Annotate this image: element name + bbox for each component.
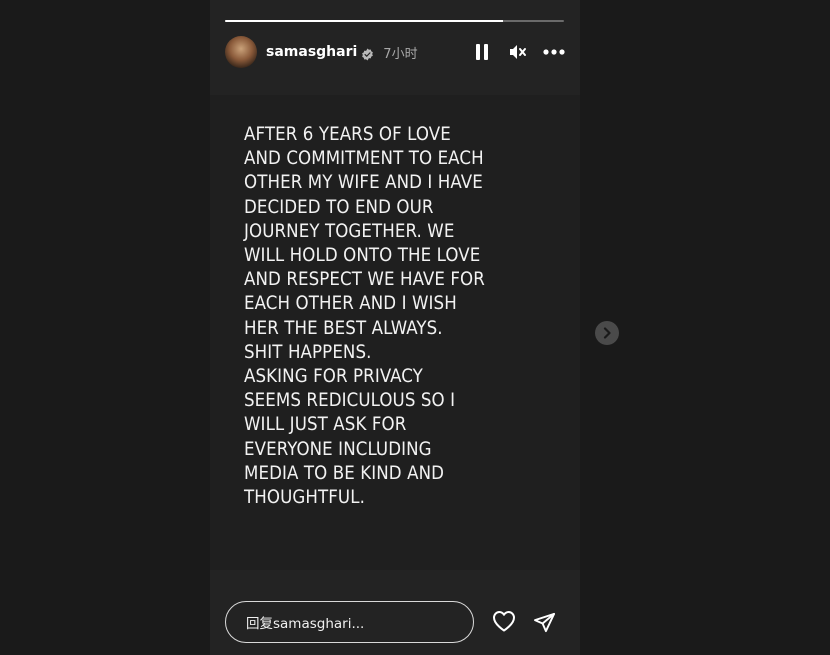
story-progress-bar	[225, 20, 564, 22]
pause-icon	[476, 44, 488, 60]
pause-button[interactable]	[471, 41, 493, 63]
story-content[interactable]: AFTER 6 YEARS OF LOVE AND COMMITMENT TO …	[210, 95, 580, 570]
more-options-button[interactable]	[543, 41, 565, 63]
heart-icon	[493, 611, 515, 632]
send-icon	[533, 612, 555, 632]
story-text: AFTER 6 YEARS OF LOVE AND COMMITMENT TO …	[244, 124, 485, 509]
username[interactable]: samasghari	[266, 44, 357, 60]
more-options-icon	[543, 49, 565, 55]
story-viewer: samasghari 7小时 AFTER 6 YEARS OF LOVE AND…	[210, 0, 580, 655]
share-button[interactable]	[530, 608, 558, 636]
avatar[interactable]	[225, 36, 257, 68]
story-header: samasghari 7小时	[225, 36, 565, 68]
like-button[interactable]	[490, 607, 518, 635]
story-controls	[471, 41, 565, 63]
mute-button[interactable]	[507, 41, 529, 63]
muted-speaker-icon	[510, 45, 526, 59]
verified-badge-icon	[361, 46, 374, 60]
story-progress-fill	[225, 20, 503, 22]
next-story-button[interactable]	[595, 321, 619, 345]
time-ago: 7小时	[383, 46, 418, 62]
chevron-right-icon	[603, 327, 611, 339]
reply-input[interactable]: 回复samasghari...	[225, 601, 474, 643]
reply-placeholder: 回复samasghari...	[246, 616, 365, 632]
